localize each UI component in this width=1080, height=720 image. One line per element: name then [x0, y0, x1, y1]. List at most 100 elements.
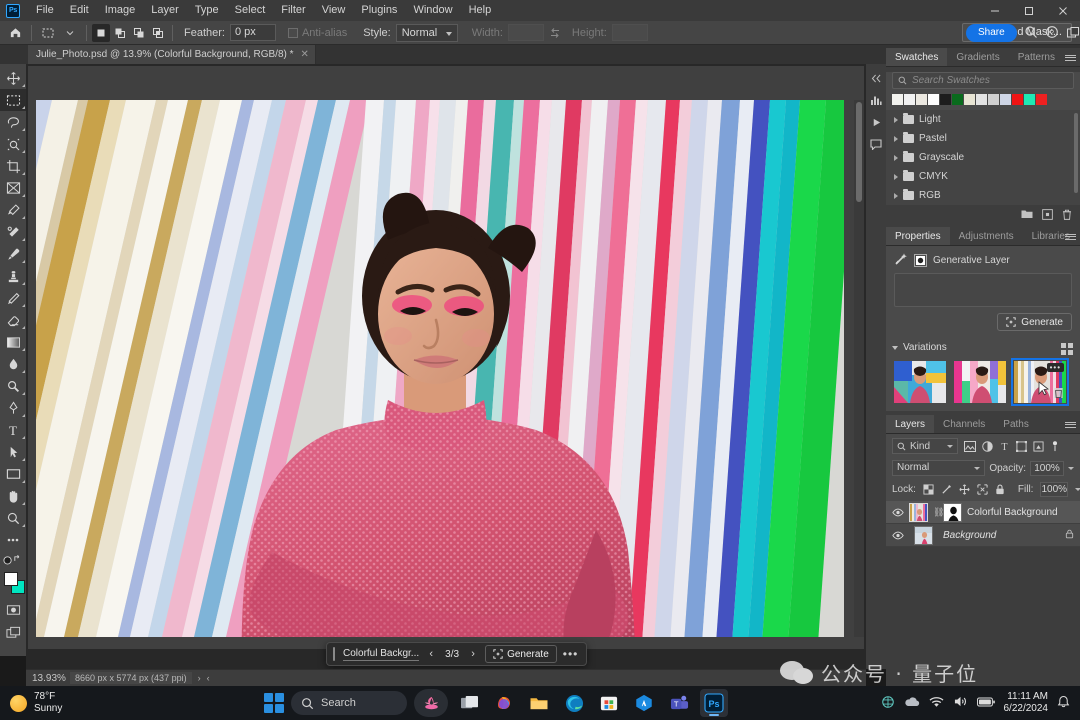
- swatch-6[interactable]: [952, 94, 963, 105]
- artboard-image[interactable]: [36, 100, 844, 637]
- swatch-group-cmyk[interactable]: CMYK: [886, 167, 1080, 186]
- foreground-background-colors[interactable]: [0, 569, 26, 599]
- tab-layers[interactable]: Layers: [886, 415, 935, 433]
- task-view-icon[interactable]: [455, 689, 483, 717]
- properties-panel-menu-icon[interactable]: [1065, 231, 1076, 242]
- width-input[interactable]: [507, 24, 544, 41]
- chevron-right-icon[interactable]: [894, 135, 898, 142]
- rectangular-marquee-tool[interactable]: [0, 89, 26, 111]
- menu-image[interactable]: Image: [97, 0, 144, 21]
- swatches-search-input[interactable]: Search Swatches: [892, 72, 1074, 89]
- lock-transparent-pixels-icon[interactable]: [923, 484, 934, 495]
- document-tab[interactable]: Julie_Photo.psd @ 13.9% (Colorful Backgr…: [28, 45, 316, 64]
- menu-edit[interactable]: Edit: [62, 0, 97, 21]
- rectangle-tool[interactable]: [0, 463, 26, 485]
- maximize-button[interactable]: [1012, 0, 1046, 21]
- feather-input[interactable]: 0 px: [229, 24, 276, 41]
- spot-healing-brush-tool[interactable]: [0, 221, 26, 243]
- notification-bell-icon[interactable]: [1057, 695, 1070, 712]
- frame-tool[interactable]: [0, 177, 26, 199]
- close-button[interactable]: [1046, 0, 1080, 21]
- menu-file[interactable]: File: [28, 0, 62, 21]
- copilot-icon[interactable]: [490, 689, 518, 717]
- swatch-9[interactable]: [988, 94, 999, 105]
- filter-shape-icon[interactable]: [1016, 440, 1027, 452]
- canvas-area[interactable]: [26, 64, 866, 669]
- expand-panels-icon[interactable]: [866, 68, 886, 88]
- new-swatch-icon[interactable]: [1042, 208, 1053, 220]
- adobe-creative-cloud-icon[interactable]: [630, 689, 658, 717]
- swatch-12[interactable]: [1024, 94, 1035, 105]
- add-to-selection-button[interactable]: [111, 24, 129, 42]
- swatch-group-grayscale[interactable]: Grayscale: [886, 148, 1080, 167]
- filter-smart-object-icon[interactable]: [1033, 440, 1044, 452]
- height-input[interactable]: [611, 24, 648, 41]
- swatches-panel-menu-icon[interactable]: [1065, 52, 1076, 63]
- weather-widget[interactable]: 78°F Sunny: [0, 691, 230, 715]
- generate-button[interactable]: Generate: [485, 645, 557, 663]
- swatch-group-list[interactable]: Light Pastel Grayscale CMYK RGB: [886, 110, 1080, 205]
- variation-thumbnail-2[interactable]: [954, 361, 1006, 403]
- close-icon[interactable]: ✕: [301, 49, 309, 60]
- tool-preset-marquee-icon[interactable]: [37, 23, 59, 43]
- network-sharing-icon[interactable]: [881, 695, 895, 712]
- variation-thumbnail-1[interactable]: [894, 361, 946, 403]
- comments-panel-icon[interactable]: [866, 134, 886, 154]
- document-dimensions[interactable]: 8660 px x 5774 px (437 ppi): [70, 672, 192, 684]
- share-button[interactable]: Share: [966, 24, 1017, 42]
- lock-all-icon[interactable]: [995, 484, 1005, 495]
- properties-generate-button[interactable]: Generate: [997, 313, 1072, 331]
- layer-lock-icon[interactable]: [1065, 529, 1074, 542]
- filter-type-icon[interactable]: T: [999, 441, 1010, 452]
- chevron-right-icon[interactable]: [894, 154, 898, 161]
- fill-input[interactable]: 100%: [1040, 482, 1069, 497]
- menu-view[interactable]: View: [314, 0, 354, 21]
- opacity-input[interactable]: 100%: [1030, 460, 1064, 476]
- path-selection-tool[interactable]: [0, 441, 26, 463]
- variation-delete-icon[interactable]: [1054, 388, 1063, 401]
- lock-artboard-nesting-icon[interactable]: [977, 484, 988, 495]
- pen-tool[interactable]: [0, 397, 26, 419]
- swatch-1[interactable]: [892, 94, 903, 105]
- canvas-vertical-scrollbar[interactable]: [854, 100, 864, 637]
- new-group-icon[interactable]: [1021, 209, 1033, 219]
- chevron-right-icon[interactable]: [894, 173, 898, 180]
- search-icon[interactable]: [1024, 25, 1038, 42]
- swatch-8[interactable]: [976, 94, 987, 105]
- blend-mode-select[interactable]: Normal: [892, 460, 986, 476]
- layer-thumbnail[interactable]: [909, 502, 928, 522]
- status-next-arrow[interactable]: ›: [198, 673, 201, 683]
- foreground-color-swatch[interactable]: [4, 572, 18, 586]
- swatch-group-pastel[interactable]: Pastel: [886, 129, 1080, 148]
- layer-filter-kind-select[interactable]: Kind: [892, 438, 958, 454]
- swatch-group-rgb[interactable]: RGB: [886, 186, 1080, 205]
- fill-stepper-icon[interactable]: [1075, 488, 1080, 491]
- default-colors-icon[interactable]: [0, 551, 26, 567]
- tab-patterns[interactable]: Patterns: [1009, 48, 1064, 66]
- arrange-documents-icon[interactable]: [1066, 26, 1080, 40]
- crop-tool[interactable]: [0, 155, 26, 177]
- tab-swatches[interactable]: Swatches: [886, 48, 948, 66]
- screen-mode-icon[interactable]: [0, 621, 26, 643]
- previous-variation-button[interactable]: ‹: [423, 646, 439, 662]
- swatch-3[interactable]: [916, 94, 927, 105]
- filter-pixel-icon[interactable]: [964, 440, 976, 452]
- layer-row-background[interactable]: Background: [886, 524, 1080, 547]
- swatch-10[interactable]: [1000, 94, 1011, 105]
- type-tool[interactable]: T: [0, 419, 26, 441]
- contextual-taskbar[interactable]: Colorful Backgr... ‹ 3/3 › Generate •••: [326, 642, 588, 666]
- edit-toolbar-icon[interactable]: [0, 529, 26, 551]
- eyedropper-tool[interactable]: [0, 199, 26, 221]
- delete-swatch-icon[interactable]: [1062, 209, 1072, 220]
- anti-alias-checkbox[interactable]: Anti-alias: [287, 27, 347, 39]
- next-variation-button[interactable]: ›: [465, 646, 481, 662]
- subtract-from-selection-button[interactable]: [130, 24, 148, 42]
- chevron-right-icon[interactable]: [894, 192, 898, 199]
- tab-channels[interactable]: Channels: [934, 415, 994, 433]
- layer-visibility-toggle[interactable]: [892, 508, 904, 517]
- scrollbar-thumb[interactable]: [856, 102, 862, 202]
- file-explorer-icon[interactable]: [525, 689, 553, 717]
- object-selection-tool[interactable]: [0, 133, 26, 155]
- taskbar-clock[interactable]: 11:11 AM 6/22/2024: [1004, 691, 1049, 715]
- layers-panel-menu-icon[interactable]: [1065, 419, 1076, 430]
